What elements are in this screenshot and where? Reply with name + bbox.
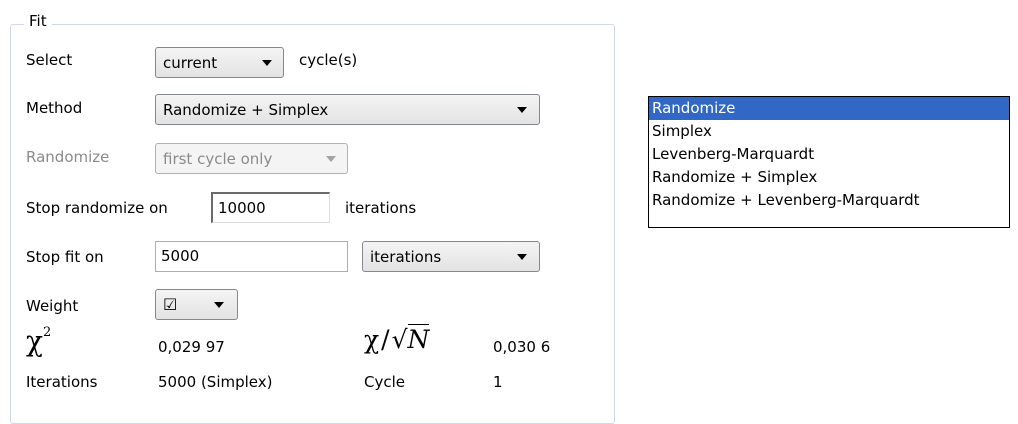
chi-glyph: χ (26, 324, 43, 358)
stop-randomize-value: 10000 (218, 199, 266, 217)
chevron-down-icon (214, 302, 224, 308)
method-value: Randomize + Simplex (163, 101, 329, 119)
randomize-combo[interactable]: first cycle only (155, 143, 348, 174)
iterations-value: 5000 (Simplex) (158, 373, 273, 391)
method-option-levenberg-marquardt[interactable]: Levenberg-Marquardt (649, 143, 1009, 166)
method-option-simplex[interactable]: Simplex (649, 120, 1009, 143)
cycle-label: Cycle (364, 373, 405, 391)
method-option-randomize-simplex[interactable]: Randomize + Simplex (649, 166, 1009, 189)
chevron-down-icon (326, 156, 336, 162)
method-combo[interactable]: Randomize + Simplex (155, 94, 540, 125)
weight-label: Weight (26, 297, 79, 315)
fit-group (10, 24, 615, 424)
fit-group-legend: Fit (24, 12, 52, 30)
stop-fit-label: Stop fit on (26, 248, 104, 266)
method-label: Method (26, 99, 83, 117)
stop-randomize-input[interactable]: 10000 (211, 192, 330, 223)
select-cycle-combo[interactable]: current (155, 47, 284, 78)
stop-randomize-label: Stop randomize on (26, 199, 168, 217)
randomize-label: Randomize (26, 148, 110, 166)
chi2-value: 0,029 97 (158, 338, 225, 356)
chi-over-sqrt-n-value: 0,030 6 (493, 338, 551, 356)
select-cycle-value: current (163, 54, 218, 72)
fraction-slash: / (381, 325, 390, 354)
iterations-label: Iterations (26, 373, 98, 391)
chi2-symbol: χ2 (26, 322, 51, 356)
randomize-value: first cycle only (163, 150, 273, 168)
chi-glyph: χ (364, 325, 380, 354)
stop-randomize-suffix: iterations (345, 199, 417, 217)
chevron-down-icon (517, 254, 527, 260)
select-label: Select (26, 51, 73, 69)
n-glyph: N (407, 324, 430, 354)
cycle-value: 1 (493, 373, 503, 391)
select-cycle-suffix: cycle(s) (299, 51, 358, 69)
weight-checkbox-icon: ☑ (163, 295, 178, 314)
stop-fit-unit-combo[interactable]: iterations (362, 241, 540, 272)
stop-fit-input[interactable]: 5000 (155, 241, 348, 272)
chi2-superscript: 2 (42, 325, 52, 340)
stop-fit-value: 5000 (161, 247, 200, 265)
method-dropdown-list: Randomize Simplex Levenberg-Marquardt Ra… (648, 96, 1010, 228)
sqrt-glyph: √ (391, 325, 408, 354)
stop-fit-unit-value: iterations (370, 248, 442, 266)
method-option-randomize[interactable]: Randomize (649, 97, 1009, 120)
weight-combo[interactable]: ☑ (155, 289, 238, 320)
chevron-down-icon (517, 107, 527, 113)
method-option-randomize-levenberg-marquardt[interactable]: Randomize + Levenberg-Marquardt (649, 189, 1009, 212)
chi-over-sqrt-n-symbol: χ/√N (364, 324, 430, 355)
chevron-down-icon (262, 60, 272, 66)
